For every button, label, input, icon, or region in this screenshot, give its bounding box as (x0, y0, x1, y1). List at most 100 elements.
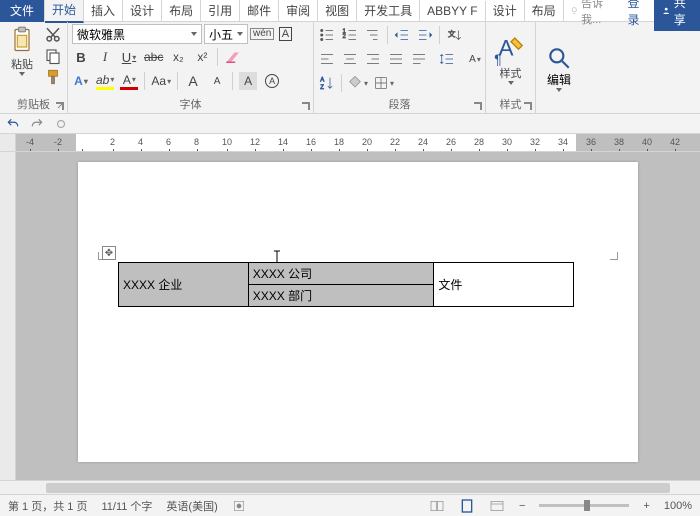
tab-review[interactable]: 审阅 (279, 0, 318, 22)
horizontal-ruler[interactable]: -4-2246810121416182022242628303234363840… (16, 134, 700, 151)
enclose-chars-button[interactable]: A (263, 72, 281, 90)
phonetic-guide-button[interactable]: wén (250, 25, 274, 43)
find-button[interactable]: 编辑 (540, 24, 578, 113)
document-canvas[interactable]: ✥ XXXX 企业 XXXX 公司 文件 XXXX 部门 (16, 152, 700, 480)
group-label-paragraph: 段落 (318, 94, 481, 113)
font-name-combo[interactable]: 微软雅黑 (72, 24, 202, 44)
font-color-button[interactable]: A▾ (120, 72, 138, 90)
ruler-tick: 18 (334, 137, 344, 147)
font-size-combo[interactable]: 小五 (204, 24, 248, 44)
text-direction-icon[interactable]: 文 (445, 26, 463, 44)
tab-mailings[interactable]: 邮件 (240, 0, 279, 22)
text-effects-button[interactable]: A▾ (72, 72, 90, 90)
font-size-value: 小五 (209, 26, 233, 43)
bold-button[interactable]: B (72, 48, 90, 66)
ruler-tick: 20 (362, 137, 372, 147)
decrease-indent-icon[interactable] (393, 26, 411, 44)
align-right-icon[interactable] (364, 50, 382, 68)
subscript-button[interactable]: x₂ (169, 48, 187, 66)
copy-icon[interactable] (44, 47, 62, 65)
numbering-icon[interactable]: 12 (341, 26, 359, 44)
tab-design[interactable]: 设计 (123, 0, 162, 22)
tab-abbyy[interactable]: ABBYY F (420, 1, 485, 21)
zoom-slider-handle[interactable] (584, 500, 590, 511)
tab-table-design[interactable]: 设计 (486, 0, 525, 22)
zoom-percent[interactable]: 100% (664, 500, 692, 512)
line-spacing-icon[interactable] (438, 50, 456, 68)
highlight-button[interactable]: ab▾ (96, 72, 114, 90)
svg-text:A: A (498, 36, 513, 61)
grow-font-button[interactable]: A (184, 72, 202, 90)
ribbon-tabs: 文件 开始 插入 设计 布局 引用 邮件 审阅 视图 开发工具 ABBYY F … (0, 0, 700, 22)
dialog-launcher-icon[interactable] (55, 101, 65, 111)
asian-layout-button[interactable]: A▾ (466, 50, 484, 68)
table-cell[interactable]: XXXX 企业 (119, 263, 249, 307)
increase-indent-icon[interactable] (416, 26, 434, 44)
horizontal-scrollbar[interactable] (16, 480, 700, 494)
shading-button[interactable]: ▾ (347, 74, 368, 92)
undo-icon[interactable] (6, 117, 20, 131)
scroll-thumb[interactable] (46, 483, 670, 493)
tab-insert[interactable]: 插入 (84, 0, 123, 22)
vertical-ruler[interactable] (0, 152, 16, 480)
lightbulb-icon (570, 5, 578, 16)
macro-record-icon[interactable] (232, 499, 246, 513)
table-cell[interactable]: XXXX 公司 (248, 263, 434, 285)
document-table[interactable]: XXXX 企业 XXXX 公司 文件 XXXX 部门 (118, 262, 574, 307)
char-shading-button[interactable]: A (239, 72, 257, 90)
ruler-tick: 34 (558, 137, 568, 147)
change-case-button[interactable]: Aa▾ (151, 72, 171, 90)
zoom-in-button[interactable]: + (643, 500, 649, 512)
align-center-icon[interactable] (341, 50, 359, 68)
tell-me-label: 告诉我... (581, 0, 613, 27)
chevron-down-icon (19, 72, 25, 76)
multilevel-list-icon[interactable] (364, 26, 382, 44)
dialog-launcher-icon[interactable] (523, 101, 533, 111)
bullets-icon[interactable] (318, 26, 336, 44)
styles-button[interactable]: A 样式 (490, 24, 531, 94)
chevron-down-icon (191, 32, 197, 36)
format-painter-icon[interactable] (44, 68, 62, 86)
horizontal-scrollbar-area (0, 480, 700, 494)
align-distribute-icon[interactable] (410, 50, 428, 68)
ruler-tick: 42 (670, 137, 680, 147)
paste-button[interactable]: 粘贴 (4, 24, 40, 86)
ruler-tick: 40 (642, 137, 652, 147)
italic-button[interactable]: I (96, 48, 114, 66)
superscript-button[interactable]: x² (193, 48, 211, 66)
shrink-font-button[interactable]: A (208, 72, 226, 90)
tab-file[interactable]: 文件 (0, 0, 45, 22)
tab-developer[interactable]: 开发工具 (357, 0, 420, 22)
share-button[interactable]: 共享 (654, 0, 700, 31)
borders-button[interactable]: ▾ (373, 74, 394, 92)
tab-table-layout[interactable]: 布局 (525, 0, 564, 22)
table-move-handle[interactable]: ✥ (102, 246, 116, 260)
cut-icon[interactable] (44, 26, 62, 44)
group-paragraph: 12 文 A▾ ¶ AZ (314, 22, 486, 113)
tab-view[interactable]: 视图 (318, 0, 357, 22)
align-justify-icon[interactable] (387, 50, 405, 68)
zoom-slider[interactable] (539, 504, 629, 507)
ruler-tick: 8 (194, 137, 199, 147)
redo-icon[interactable] (30, 117, 44, 131)
ruler-tick: 16 (306, 137, 316, 147)
strikethrough-button[interactable]: abc (144, 48, 163, 66)
group-font: 微软雅黑 小五 wén A B I U▾ abc x₂ x² (68, 22, 314, 113)
tab-layout[interactable]: 布局 (162, 0, 201, 22)
align-left-icon[interactable] (318, 50, 336, 68)
chevron-down-icon (556, 88, 562, 92)
table-cell[interactable]: XXXX 部门 (248, 285, 434, 307)
dialog-launcher-icon[interactable] (301, 101, 311, 111)
char-border-button[interactable]: A (276, 25, 294, 43)
zoom-out-button[interactable]: − (519, 500, 525, 512)
ruler-tick: 26 (446, 137, 456, 147)
login-link[interactable]: 登录 (620, 0, 655, 28)
tab-home[interactable]: 开始 (45, 0, 84, 23)
clear-formatting-icon[interactable] (224, 48, 242, 66)
sort-icon[interactable]: AZ (318, 74, 336, 92)
status-bar: 第 1 页，共 1 页 11/11 个字 英语(美国) − + 100% (0, 494, 700, 516)
dialog-launcher-icon[interactable] (473, 101, 483, 111)
table-cell[interactable]: 文件 (434, 263, 574, 307)
tab-references[interactable]: 引用 (201, 0, 240, 22)
underline-button[interactable]: U▾ (120, 48, 138, 66)
